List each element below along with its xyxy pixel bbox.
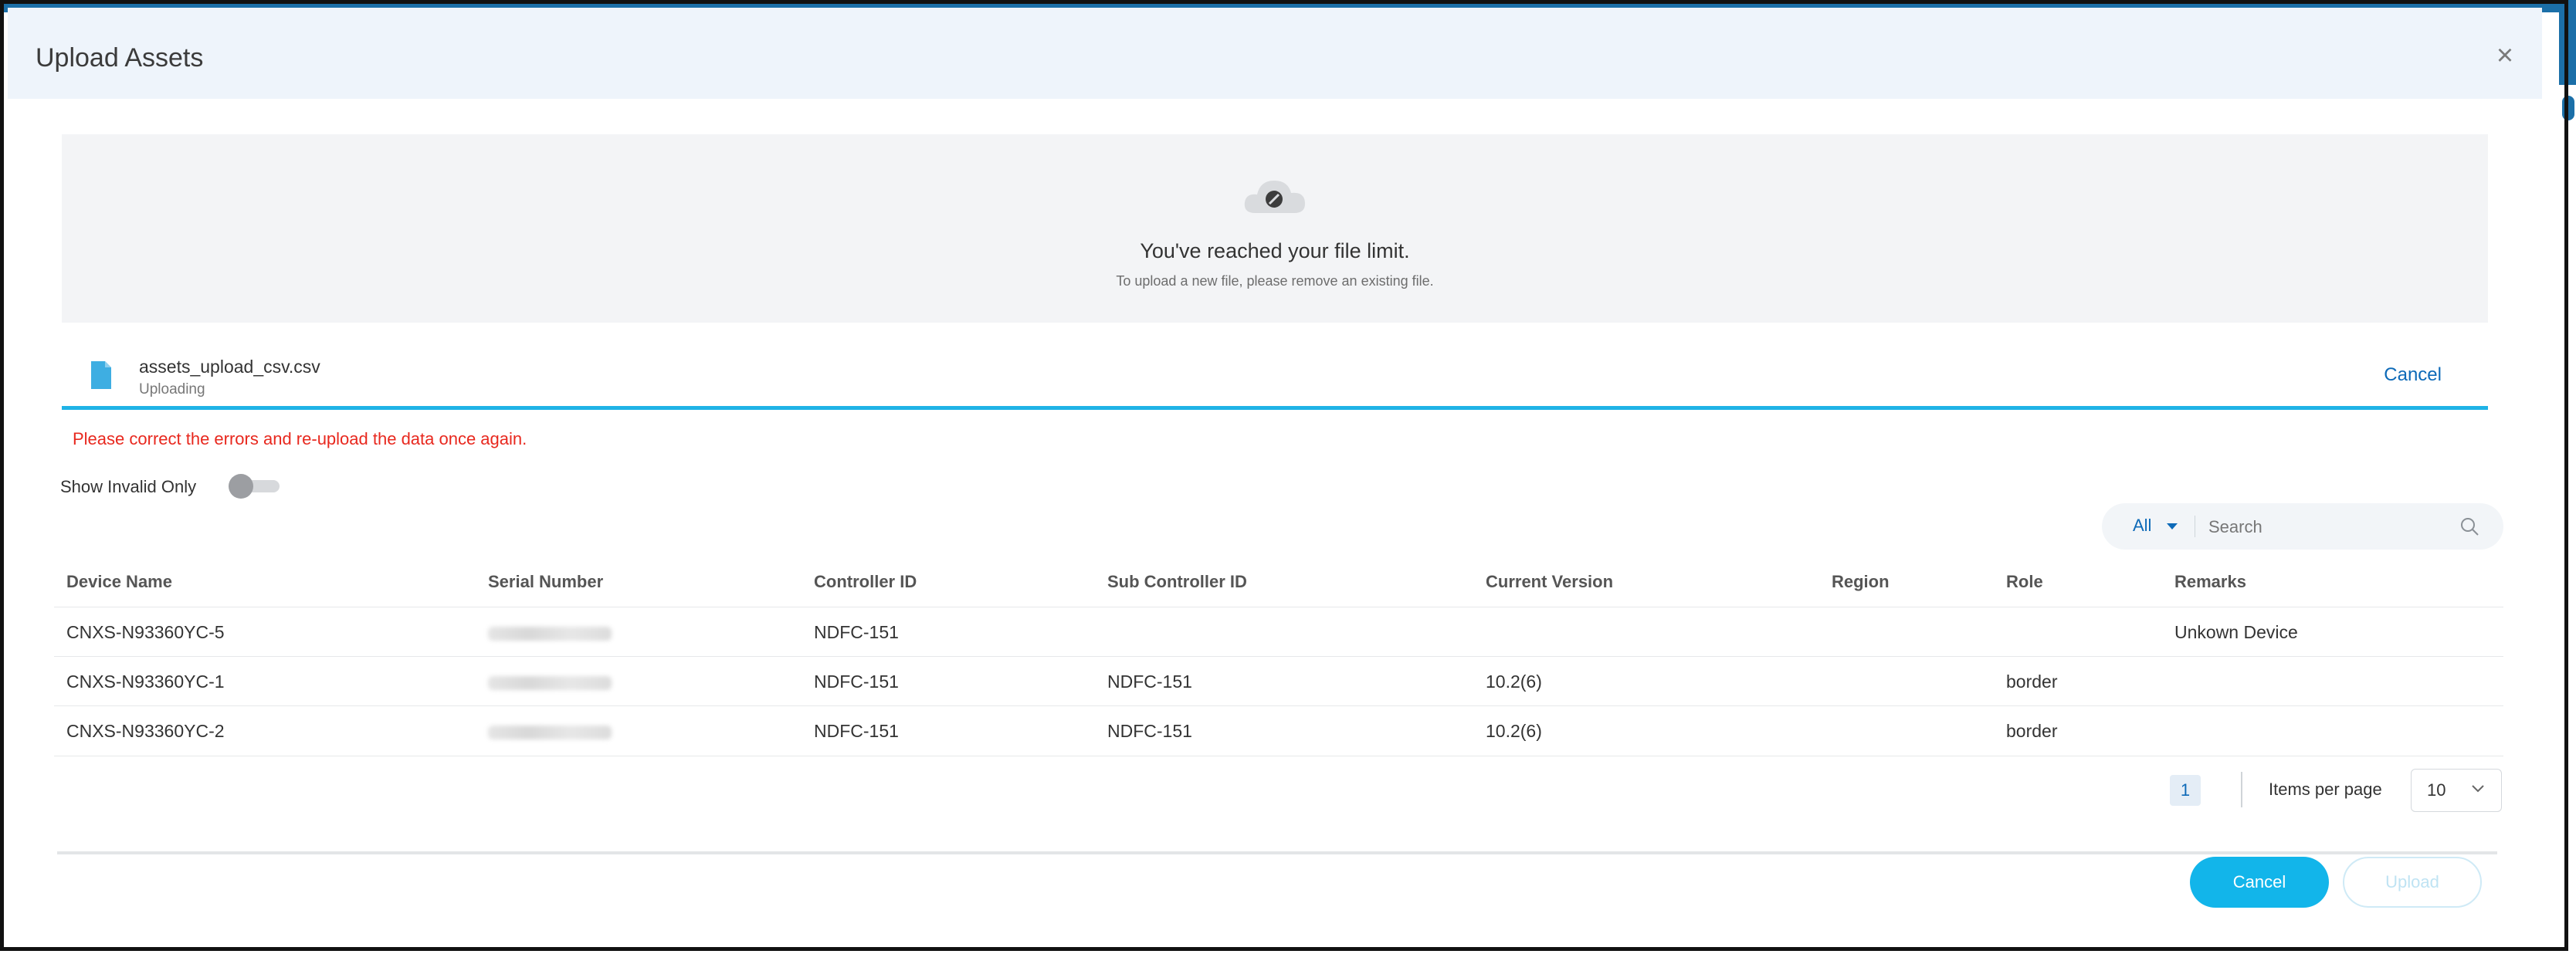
- window-frame: [0, 0, 2568, 951]
